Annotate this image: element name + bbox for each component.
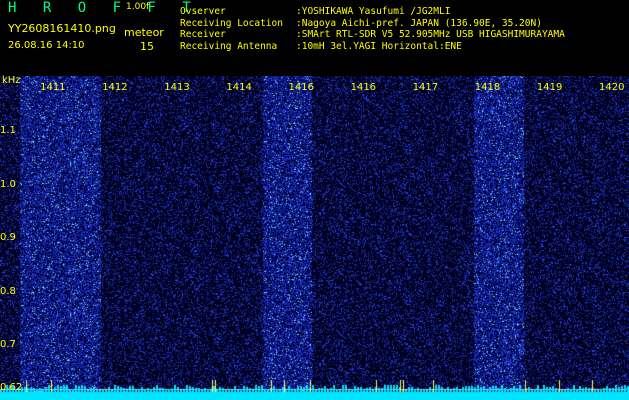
info-key: Receiving Location bbox=[180, 17, 283, 29]
info-row-antenna: Receiving Antenna :10mH 3el.YAGI Horizont… bbox=[180, 41, 565, 53]
hrofft-waterfall-window: H R O F F T 1.00f YY2608161410.png meteo… bbox=[0, 0, 629, 400]
x-tick-label: 1416 bbox=[288, 82, 314, 93]
x-tick-label: 1418 bbox=[474, 82, 501, 93]
x-tick-label: 1414 bbox=[226, 82, 252, 93]
app-title: H R O F F T bbox=[8, 0, 200, 16]
x-tick-label: 1413 bbox=[164, 82, 190, 93]
info-row-location: Receiving Location :Nagoya Aichi-pref. JA… bbox=[180, 18, 565, 30]
spectrogram-canvas bbox=[0, 76, 629, 400]
image-filename: YY2608161410.png bbox=[8, 22, 116, 35]
y-tick-label: 1.0 bbox=[0, 178, 16, 190]
y-tick-label: 1.1 bbox=[0, 125, 16, 137]
y-tick-label: 0.9 bbox=[0, 232, 16, 244]
info-key: Receiving Antenna bbox=[180, 40, 278, 52]
station-info: Ovserver :YOSHIKAWA Yasufumi /JG2MLI Rece… bbox=[180, 6, 565, 52]
x-tick-label: 1420 bbox=[599, 82, 625, 93]
timestamp: 26.08.16 14:10 bbox=[8, 40, 85, 51]
x-tick-label: 1419 bbox=[536, 82, 563, 93]
meteor-label: meteor bbox=[124, 26, 164, 39]
x-tick-label: 1416 bbox=[350, 82, 377, 93]
info-value: :Nagoya Aichi-pref. JAPAN (136.90E, 35.2… bbox=[296, 17, 542, 29]
info-value: :10mH 3el.YAGI Horizontal:ENE bbox=[296, 40, 462, 52]
info-key: Receiver bbox=[180, 29, 226, 40]
x-tick-label: 1412 bbox=[102, 82, 128, 93]
x-tick-label: 1417 bbox=[412, 82, 439, 93]
y-axis-unit-label: kHz bbox=[2, 75, 21, 86]
info-value: :SMArt RTL-SDR V5 52.905MHz USB HIGASHIM… bbox=[296, 29, 565, 40]
y-tick-label: 0.62 bbox=[0, 382, 23, 394]
info-value: :YOSHIKAWA Yasufumi /JG2MLI bbox=[296, 6, 451, 17]
info-key: Ovserver bbox=[180, 6, 226, 17]
info-row-receiver: Receiver :SMArt RTL-SDR V5 52.905MHz USB … bbox=[180, 29, 565, 41]
app-version: 1.00f bbox=[126, 2, 150, 12]
info-row-observer: Ovserver :YOSHIKAWA Yasufumi /JG2MLI bbox=[180, 6, 565, 18]
header-panel: H R O F F T 1.00f YY2608161410.png meteo… bbox=[0, 0, 629, 72]
y-tick-label: 0.7 bbox=[0, 339, 16, 351]
meteor-count: 15 bbox=[140, 40, 154, 53]
y-tick-label: 0.8 bbox=[0, 285, 16, 297]
waterfall-plot bbox=[0, 76, 629, 400]
x-tick-label: 1411 bbox=[40, 82, 66, 93]
